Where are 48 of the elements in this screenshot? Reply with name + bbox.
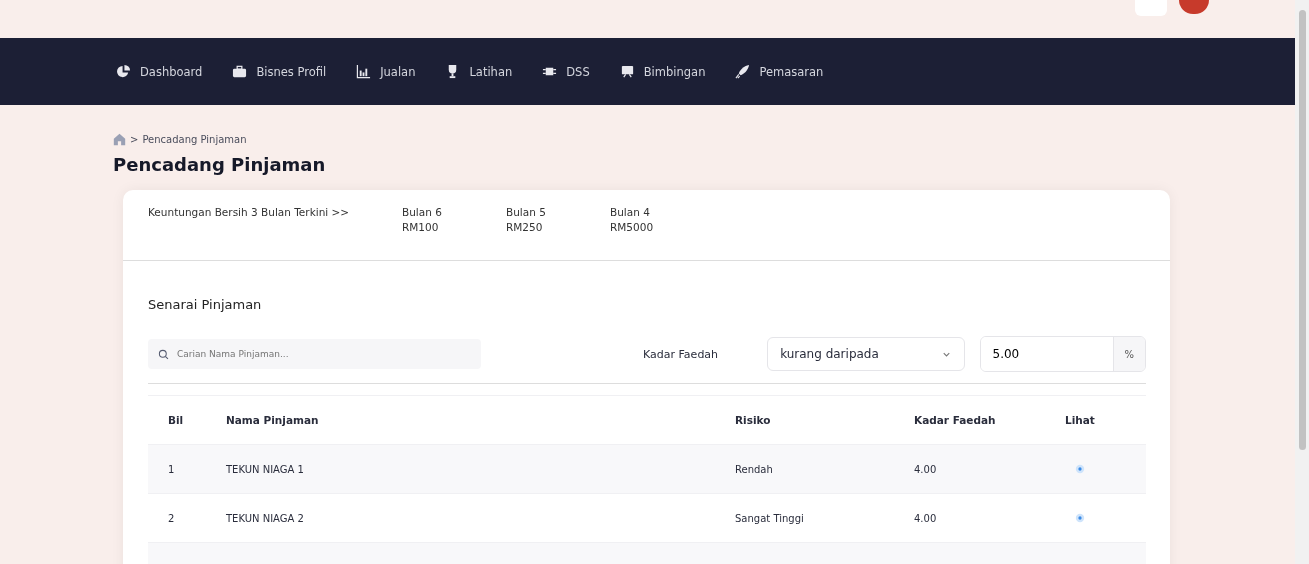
presentation-icon xyxy=(619,64,635,79)
briefcase-icon xyxy=(232,64,248,79)
table-cell: Sangat Tinggi xyxy=(725,493,904,543)
column-header: Risiko xyxy=(725,395,904,445)
month-amount: RM100 xyxy=(402,221,440,233)
nav-link[interactable]: DSS xyxy=(542,64,590,79)
comparison-dropdown[interactable]: kurang daripada xyxy=(767,337,965,371)
month-amount: RM250 xyxy=(506,221,544,233)
table-cell: 4.00 xyxy=(904,493,1055,543)
nav-link[interactable]: Bisnes Profil xyxy=(232,64,327,79)
page-title: Pencadang Pinjaman xyxy=(113,154,327,175)
profit-label: Keuntungan Bersih 3 Bulan Terkini >> xyxy=(148,206,351,220)
avatar[interactable] xyxy=(1179,0,1209,14)
month-amount: RM5000 xyxy=(610,221,655,233)
search-input[interactable]: Carian Nama Pinjaman... xyxy=(175,348,459,360)
section-title: Senarai Pinjaman xyxy=(148,297,263,312)
rate-field[interactable]: 5.00 % xyxy=(979,336,1146,372)
percent-addon: % xyxy=(1112,337,1145,371)
breadcrumb-current: Pencadang Pinjaman xyxy=(142,134,247,145)
column-header: Bil xyxy=(148,395,225,445)
month-label: Bulan 4 xyxy=(610,206,651,218)
nav-link[interactable]: Pemasaran xyxy=(735,64,824,79)
nav-link[interactable]: Jualan xyxy=(356,64,416,79)
nav-link[interactable]: Dashboard xyxy=(116,64,203,79)
column-header: Lihat xyxy=(1055,395,1146,445)
nav-link[interactable]: Bimbingan xyxy=(619,64,706,79)
table-cell: TEKUN NIAGA 2 xyxy=(225,493,725,543)
scrollbar-thumb[interactable] xyxy=(1299,10,1306,450)
column-header: Nama Pinjaman xyxy=(225,395,725,445)
home-icon[interactable] xyxy=(113,133,126,146)
month-label: Bulan 6 xyxy=(402,206,443,218)
filter-label: Kadar Faedah xyxy=(643,347,720,361)
breadcrumb-separator: > xyxy=(130,134,139,145)
view-icon[interactable] xyxy=(1075,464,1085,474)
table-cell: 2 xyxy=(148,493,225,543)
month-label: Bulan 5 xyxy=(506,206,547,218)
table-cell: 4.00 xyxy=(904,444,1055,494)
view-icon[interactable] xyxy=(1075,513,1085,523)
table-cell: Rendah xyxy=(725,444,904,494)
pie-chart-icon xyxy=(116,64,131,79)
search-field[interactable]: Carian Nama Pinjaman... xyxy=(148,339,482,369)
table-cell: 1 xyxy=(148,444,225,494)
scrollbar[interactable] xyxy=(1295,0,1309,564)
nav-link[interactable]: Latihan xyxy=(445,64,513,79)
search-icon xyxy=(158,348,169,360)
column-header: Kadar Faedah xyxy=(904,395,1055,445)
table-cell: TEKUN NIAGA 1 xyxy=(225,444,725,494)
bar-chart-icon xyxy=(356,64,372,79)
